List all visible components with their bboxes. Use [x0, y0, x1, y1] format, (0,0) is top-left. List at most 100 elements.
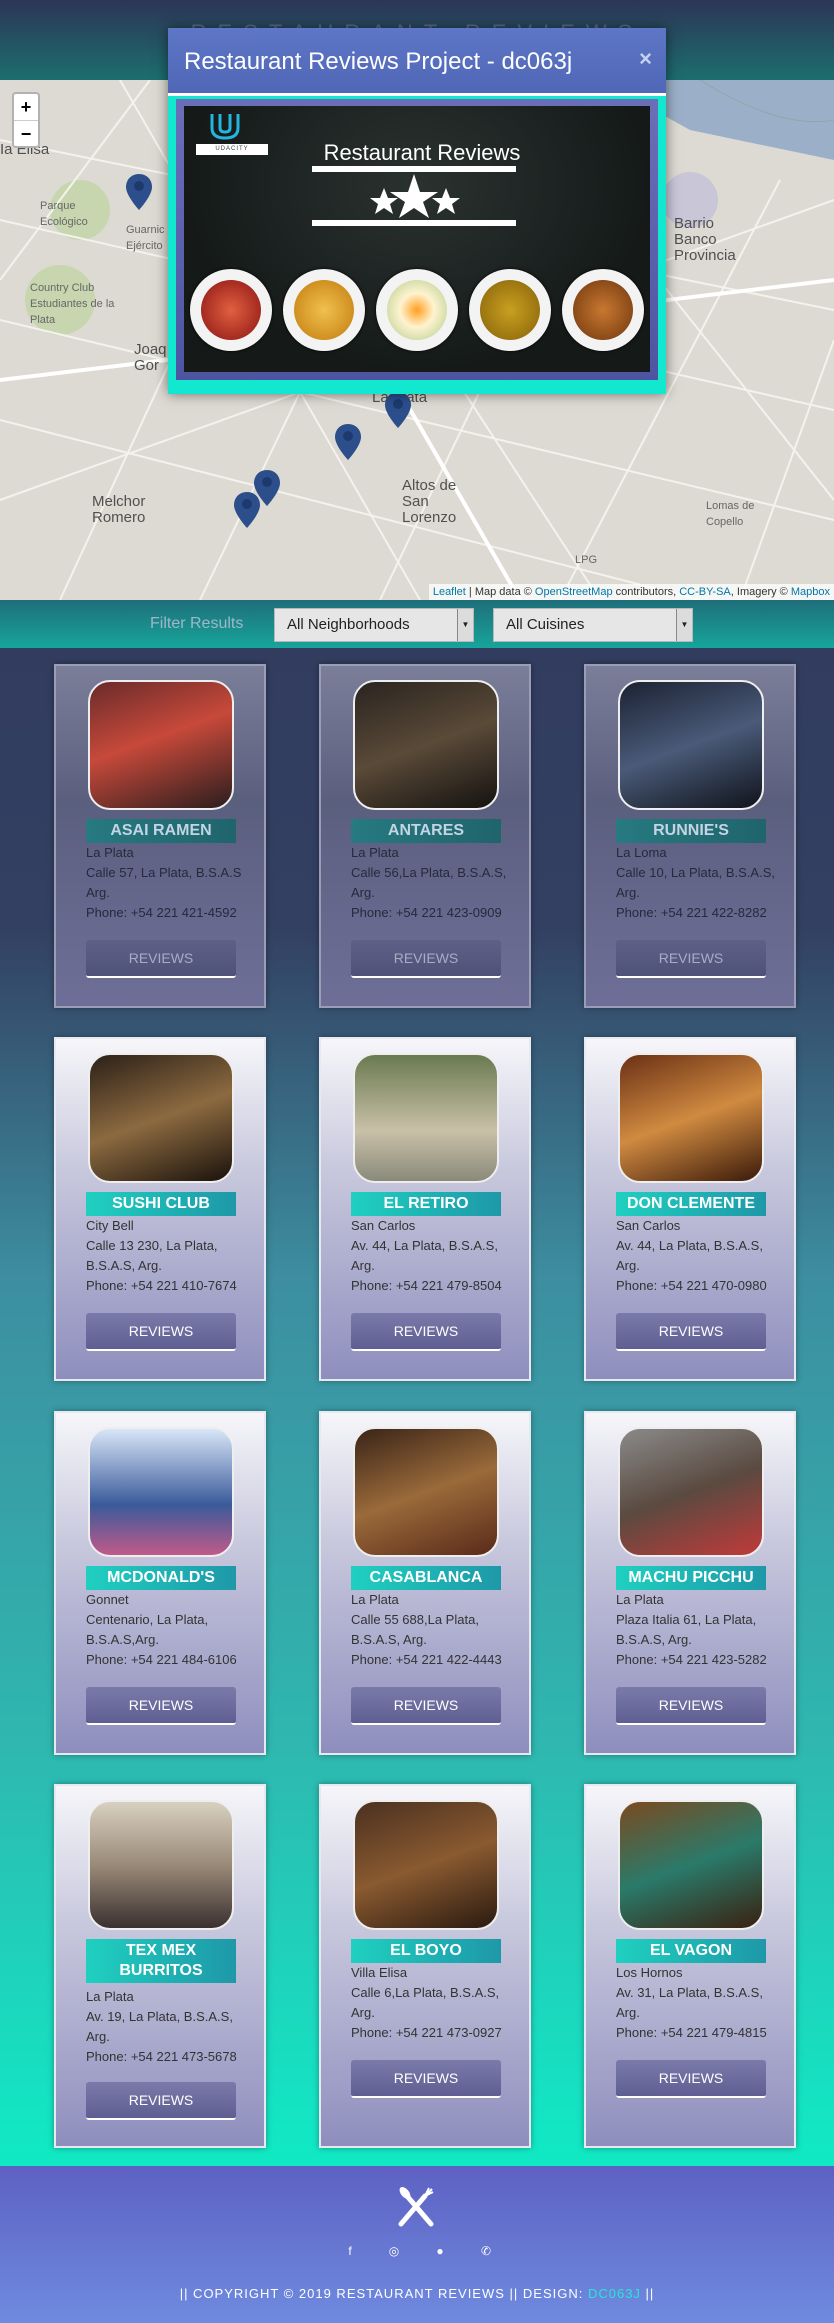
restaurant-photo — [618, 1427, 764, 1557]
map-marker[interactable] — [335, 424, 361, 460]
restaurant-card: DON CLEMENTE San Carlos Av. 44, La Plata, … — [584, 1037, 796, 1381]
restaurant-info: San Carlos Av. 44, La Plata, B.S.A.S, Arg… — [616, 1216, 786, 1296]
map-label: Altos de San Lorenzo — [402, 477, 457, 526]
restaurant-phone: Phone: +54 221 484-6106 — [86, 1652, 237, 1667]
reviews-button[interactable]: REVIEWS — [86, 940, 236, 978]
whatsapp-icon[interactable]: ✆ — [477, 2242, 495, 2260]
social-links: f ◎ ● ✆ — [335, 2242, 499, 2262]
restaurant-address: Calle 55 688,La Plata, B.S.A.S, Arg. — [351, 1612, 479, 1647]
restaurant-phone: Phone: +54 221 410-7674 — [86, 1278, 237, 1293]
restaurant-name: SUSHI CLUB — [86, 1192, 236, 1216]
zoom-in-button[interactable]: + — [14, 94, 38, 120]
udacity-logo-icon — [210, 114, 240, 140]
restaurant-name: MCDONALD'S — [86, 1566, 236, 1590]
restaurant-name: CASABLANCA — [351, 1566, 501, 1590]
restaurant-address: Plaza Italia 61, La Plata, B.S.A.S, Arg. — [616, 1612, 757, 1647]
leaflet-link[interactable]: Leaflet — [433, 586, 466, 598]
designer-link[interactable]: DC063J — [588, 2286, 641, 2301]
copyright-text: || COPYRIGHT © 2019 RESTAURANT REVIEWS |… — [179, 2286, 588, 2301]
zoom-out-button[interactable]: − — [14, 120, 38, 146]
modal-title: Restaurant Reviews Project - dc063j — [184, 48, 573, 75]
restaurant-photo — [353, 1800, 499, 1930]
stars-decoration — [312, 166, 516, 226]
restaurant-photo — [353, 680, 499, 810]
reviews-button[interactable]: REVIEWS — [86, 2082, 236, 2120]
map-label: LPG — [575, 554, 598, 566]
reviews-button[interactable]: REVIEWS — [616, 1313, 766, 1351]
modal-header: Restaurant Reviews Project - dc063j × — [168, 28, 666, 96]
restaurant-address: Centenario, La Plata, B.S.A.S,Arg. — [86, 1612, 209, 1647]
restaurant-neighborhood: La Loma — [616, 845, 667, 860]
restaurant-photo — [353, 1427, 499, 1557]
food-plate-image — [562, 269, 644, 351]
chevron-down-icon: ▼ — [676, 609, 692, 641]
map-marker[interactable] — [234, 492, 260, 528]
reviews-button[interactable]: REVIEWS — [351, 1687, 501, 1725]
reviews-button[interactable]: REVIEWS — [351, 2060, 501, 2098]
restaurant-info: Gonnet Centenario, La Plata, B.S.A.S,Arg.… — [86, 1590, 256, 1670]
restaurant-photo — [88, 680, 234, 810]
cuisines-select-value: All Cuisines — [506, 616, 585, 633]
modal-body: UDACITY Restaurant Reviews — [176, 99, 658, 380]
mapbox-link[interactable]: Mapbox — [791, 586, 830, 598]
reviews-button[interactable]: REVIEWS — [616, 1687, 766, 1725]
restaurant-info: La Plata Calle 56,La Plata, B.S.A.S, Arg.… — [351, 843, 521, 923]
restaurant-info: La Plata Calle 57, La Plata, B.S.A.S Arg.… — [86, 843, 256, 923]
udacity-label: UDACITY — [196, 144, 268, 155]
map-label: Melchor Romero — [92, 493, 146, 526]
map-label: Parque Ecológico — [40, 200, 88, 228]
restaurant-name: EL BOYO — [351, 1939, 501, 1963]
close-icon[interactable]: × — [639, 46, 652, 72]
restaurant-info: Los Hornos Av. 31, La Plata, B.S.A.S, Arg… — [616, 1963, 786, 2043]
banner-title: Restaurant Reviews — [323, 140, 521, 165]
restaurant-neighborhood: Gonnet — [86, 1592, 129, 1607]
restaurant-phone: Phone: +54 221 421-4592 — [86, 905, 237, 920]
reviews-button[interactable]: REVIEWS — [86, 1313, 236, 1351]
restaurant-card: EL RETIRO San Carlos Av. 44, La Plata, B.S… — [319, 1037, 531, 1381]
copyright-suffix: || — [640, 2286, 655, 2301]
map-label: Barrio Banco Provincia — [674, 215, 736, 264]
restaurant-address: Av. 31, La Plata, B.S.A.S, Arg. — [616, 1985, 763, 2020]
restaurant-address: Av. 44, La Plata, B.S.A.S, Arg. — [351, 1238, 498, 1273]
reviews-button[interactable]: REVIEWS — [616, 940, 766, 978]
cuisines-select[interactable]: All Cuisines ▼ — [493, 608, 693, 642]
reviews-button[interactable]: REVIEWS — [351, 1313, 501, 1351]
restaurant-address: Calle 10, La Plata, B.S.A.S, Arg. — [616, 865, 775, 900]
restaurant-neighborhood: La Plata — [351, 845, 399, 860]
restaurant-photo — [88, 1053, 234, 1183]
restaurant-address: Calle 13 230, La Plata, B.S.A.S, Arg. — [86, 1238, 218, 1273]
restaurant-address: Calle 57, La Plata, B.S.A.S Arg. — [86, 865, 242, 900]
restaurant-card: RUNNIE'S La Loma Calle 10, La Plata, B.S.A… — [584, 664, 796, 1008]
restaurant-photo — [618, 1053, 764, 1183]
restaurant-name: ANTARES — [351, 819, 501, 843]
restaurant-card: EL VAGON Los Hornos Av. 31, La Plata, B.S.… — [584, 1784, 796, 2148]
restaurant-neighborhood: La Plata — [86, 845, 134, 860]
map-label: Lomas de Copello — [706, 500, 755, 528]
restaurant-photo — [618, 1800, 764, 1930]
license-link[interactable]: CC-BY-SA — [679, 586, 731, 598]
reviews-button[interactable]: REVIEWS — [616, 2060, 766, 2098]
reviews-button[interactable]: REVIEWS — [86, 1687, 236, 1725]
reviews-button[interactable]: REVIEWS — [351, 940, 501, 978]
restaurant-info: San Carlos Av. 44, La Plata, B.S.A.S, Arg… — [351, 1216, 521, 1296]
instagram-icon[interactable]: ◎ — [385, 2242, 403, 2260]
github-icon[interactable]: ● — [431, 2242, 449, 2260]
banner-image: UDACITY Restaurant Reviews — [184, 106, 650, 372]
restaurant-phone: Phone: +54 221 479-8504 — [351, 1278, 502, 1293]
restaurant-neighborhood: Los Hornos — [616, 1965, 683, 1980]
restaurant-address: Av. 19, La Plata, B.S.A.S, Arg. — [86, 2009, 233, 2044]
osm-link[interactable]: OpenStreetMap — [535, 586, 613, 598]
facebook-icon[interactable]: f — [341, 2242, 359, 2260]
restaurant-phone: Phone: +54 221 473-5678 — [86, 2049, 237, 2064]
map-label: Joaq Gor — [134, 341, 167, 374]
restaurant-name: EL RETIRO — [351, 1192, 501, 1216]
restaurant-photo — [88, 1800, 234, 1930]
neighborhoods-select[interactable]: All Neighborhoods ▼ — [274, 608, 474, 642]
restaurant-info: La Loma Calle 10, La Plata, B.S.A.S, Arg.… — [616, 843, 786, 923]
map-marker[interactable] — [126, 174, 152, 210]
map-marker[interactable] — [385, 392, 411, 428]
restaurant-neighborhood: La Plata — [351, 1592, 399, 1607]
neighborhoods-select-value: All Neighborhoods — [287, 616, 410, 633]
attribution-text: | Map data © — [465, 586, 535, 598]
site-footer: f ◎ ● ✆ || COPYRIGHT © 2019 RESTAURANT R… — [0, 2166, 834, 2323]
